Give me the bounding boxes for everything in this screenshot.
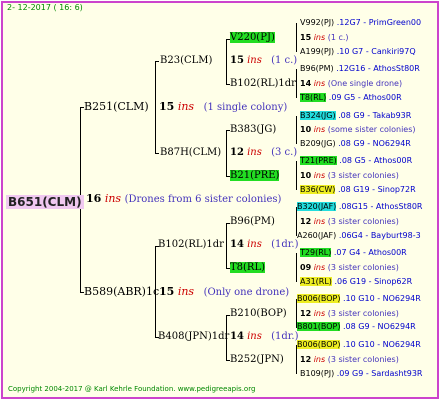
gen4-drone-info: 10 ins (3 sister colonies) xyxy=(300,171,399,180)
gen4-queen[interactable]: V220(PJ) xyxy=(230,32,275,43)
connector xyxy=(155,61,156,153)
root-queen[interactable]: B651(CLM) xyxy=(6,191,84,210)
gen2-drone-info: 15 ins (1 single colony) xyxy=(159,100,288,113)
gen5-queen[interactable]: B006(BOP) .10 G10 - NO6294R xyxy=(297,340,421,349)
gen5-queen[interactable]: B109(PJ) .09 G9 - Sardasht93R xyxy=(300,369,422,378)
gen5-queen[interactable]: B209(JG) .08 G9 - NO6294R xyxy=(300,139,411,148)
gen3-queen[interactable]: B87H(CLM) xyxy=(160,147,221,158)
connector xyxy=(226,223,227,268)
gen5-queen[interactable]: V992(PJ) .12G7 - PrimGreen00 xyxy=(300,18,421,27)
gen4-queen[interactable]: B96(PM) xyxy=(230,216,275,227)
gen5-queen[interactable]: T21(PRE) .08 G5 - Athos00R xyxy=(300,156,412,165)
gen4-queen[interactable]: B21(PRE) xyxy=(230,170,280,181)
gen2-queen-b251[interactable]: B251(CLM) xyxy=(84,100,149,113)
gen5-queen[interactable]: A199(PJ) .10 G7 - Cankiri97Q xyxy=(300,47,416,56)
connector xyxy=(296,253,297,282)
gen3-drone-info: 12 ins (3 c.) xyxy=(230,147,298,158)
gen4-drone-info: 14 ins (One single drone) xyxy=(300,79,403,88)
connector xyxy=(155,153,159,154)
gen3-drone-info: 15 ins (1 c.) xyxy=(230,55,298,66)
gen4-queen[interactable]: T8(RL) xyxy=(230,262,266,273)
gen5-queen[interactable]: T29(RL) .07 G4 - Athos00R xyxy=(300,248,407,257)
gen3-queen[interactable]: B408(JPN)1dr xyxy=(158,331,229,342)
gen4-queen[interactable]: B210(BOP) xyxy=(230,308,287,319)
gen4-queen[interactable]: B252(JPN) xyxy=(230,354,284,365)
gen4-queen[interactable]: B383(JG) xyxy=(230,124,276,135)
gen4-drone-info: 12 ins (3 sister colonies) xyxy=(300,309,399,318)
gen4-drone-info: 12 ins (3 sister colonies) xyxy=(300,217,399,226)
gen5-queen[interactable]: B320(JAF) .08G15 - AthosSt80R xyxy=(297,202,422,211)
gen4-drone-info: 09 ins (3 sister colonies) xyxy=(300,263,399,272)
gen5-queen[interactable]: B006(BOP) .10 G10 - NO6294R xyxy=(297,294,421,303)
connector xyxy=(296,116,297,144)
connector xyxy=(226,130,227,176)
root-drone-info: 16 ins (Drones from 6 sister colonies) xyxy=(86,192,282,205)
gen3-queen[interactable]: B23(CLM) xyxy=(160,55,212,66)
root-queen-id: B651(CLM) xyxy=(6,195,84,209)
gen2-queen-b589[interactable]: B589(ABR)1c xyxy=(84,285,159,298)
connector xyxy=(296,23,297,52)
gen2-drone-info: 15 ins (Only one drone) xyxy=(159,285,290,298)
gen5-queen[interactable]: B36(CW) .08 G19 - Sinop72R xyxy=(300,185,416,194)
connector xyxy=(155,61,159,62)
connector xyxy=(226,39,227,84)
gen5-queen[interactable]: T8(RL) .09 G5 - Athos00R xyxy=(300,93,402,102)
connector xyxy=(296,345,297,374)
gen5-queen[interactable]: B96(PM) .12G16 - AthosSt80R xyxy=(300,64,420,73)
gen3-queen[interactable]: B102(RL)1dr xyxy=(158,239,224,250)
gen5-queen[interactable]: B324(JG) .08 G9 - Takab93R xyxy=(300,111,411,120)
gen5-queen[interactable]: A260(JAF) .06G4 - Bayburt98-3 xyxy=(297,231,421,240)
connector xyxy=(296,69,297,98)
gen4-queen[interactable]: B102(RL)1dr xyxy=(230,78,296,89)
connector xyxy=(296,161,297,190)
copyright-footer: Copyright 2004-2017 @ Karl Kehrle Founda… xyxy=(8,385,256,393)
date-header: 2- 12-2017 ( 16: 6) xyxy=(7,3,83,12)
gen4-drone-info: 15 ins (1 c.) xyxy=(300,33,349,42)
gen4-drone-info: 10 ins (some sister colonies) xyxy=(300,125,416,134)
gen4-drone-info: 12 ins (3 sister colonies) xyxy=(300,355,399,364)
gen5-queen[interactable]: B801(BOP) .08 G9 - NO6294R xyxy=(297,322,416,331)
gen3-drone-info: 14 ins (1dr.) xyxy=(230,331,299,342)
gen3-drone-info: 14 ins (1dr.) xyxy=(230,239,299,250)
gen5-queen[interactable]: A31(RL) .06 G19 - Sinop62R xyxy=(300,277,412,286)
